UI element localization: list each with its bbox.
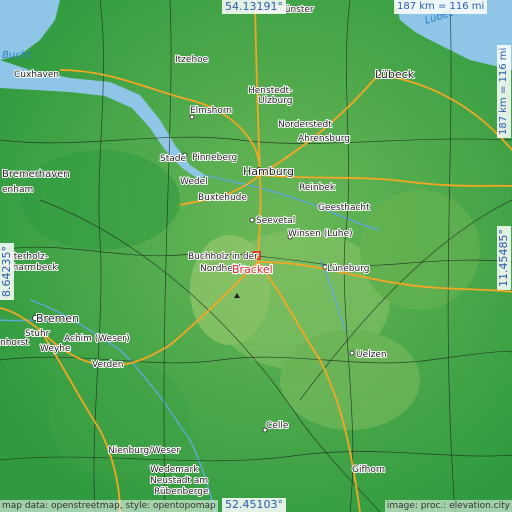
- label-achim: Achim (Weser): [64, 334, 130, 344]
- label-celle: Celle: [266, 421, 289, 431]
- label-ahrensburg: Ahrensburg: [298, 134, 350, 144]
- label-cuxhaven: Cuxhaven: [14, 70, 59, 80]
- label-itzehoe: Itzehoe: [175, 55, 209, 65]
- label-nienburg: Nienburg/Weser: [108, 446, 180, 456]
- label-luebeck: Lübeck: [375, 68, 415, 81]
- label-henstedt-1: Henstedt-: [248, 86, 292, 96]
- label-geesthacht: Geesthacht: [318, 203, 370, 213]
- label-bremen: Bremen: [36, 312, 79, 325]
- top-scale-label: 187 km = 116 mi: [394, 0, 488, 14]
- label-henstedt-2: Ulzburg: [258, 96, 292, 106]
- left-longitude-label: 8.64235°: [0, 243, 14, 300]
- label-seevetal: Seevetal: [256, 216, 295, 226]
- top-latitude-label: 54.13191°: [222, 0, 286, 14]
- map-credit: map data: openstreetmap, style: opentopo…: [0, 500, 218, 512]
- topographic-map[interactable]: Bucht Lübec Hamburg Lübeck Bremen Bremer…: [0, 0, 512, 512]
- label-hamburg: Hamburg: [243, 165, 294, 178]
- label-brackel: Brackel: [232, 263, 273, 276]
- label-norderstedt: Norderstedt: [278, 120, 332, 130]
- label-reinbek: Reinbek: [299, 183, 336, 193]
- label-pinneberg: Pinneberg: [192, 153, 237, 163]
- label-uelzen: Uelzen: [356, 350, 387, 360]
- image-credit: image: proc.: elevation.city: [384, 500, 512, 512]
- label-ruebenberge: Rübenberge: [154, 487, 209, 497]
- label-nhorst: nhorst: [0, 338, 29, 348]
- right-longitude-label: 11.45485°: [497, 226, 511, 290]
- label-stade: Stade: [160, 154, 186, 164]
- label-verden: Verden: [92, 360, 124, 370]
- label-enham: enham: [2, 185, 33, 195]
- label-lueneburg: Lüneburg: [327, 264, 369, 274]
- label-elmshorn: Elmshorn: [190, 106, 232, 116]
- label-buchholz: Buchholz in der: [188, 252, 258, 262]
- label-gifhorn: Gifhorn: [352, 465, 385, 475]
- bottom-latitude-label: 52.45103°: [222, 498, 286, 512]
- label-neustadt: Neustadt am: [150, 476, 208, 486]
- right-scale-label: 187 km = 116 mi: [497, 44, 511, 138]
- label-bremerhaven: Bremerhaven: [2, 169, 70, 180]
- label-wedel: Wedel: [180, 177, 208, 187]
- label-wedemark: Wedemark: [150, 465, 199, 475]
- label-winsen: Winsen (Luhe): [288, 229, 353, 239]
- label-weyhe: Weyhe: [40, 344, 71, 354]
- label-buxtehude: Buxtehude: [198, 193, 247, 203]
- sea-label: Bucht: [2, 50, 32, 61]
